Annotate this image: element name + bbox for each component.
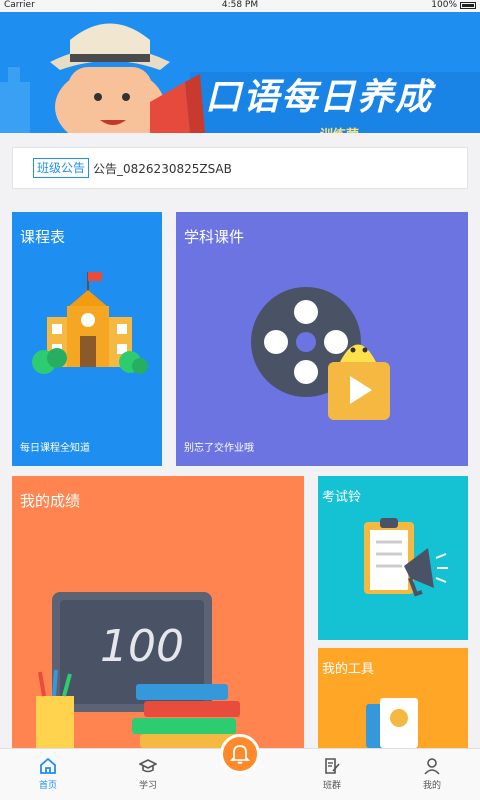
chalkboard-icon <box>36 592 240 748</box>
cards-icon <box>366 698 418 748</box>
bell-icon <box>230 745 250 764</box>
battery-icon <box>460 1 476 9</box>
tab-profile-label: 我的 <box>422 781 441 791</box>
exam-bell-tile[interactable]: 考试铃 <box>318 476 468 640</box>
tab-home[interactable]: 首页 <box>18 749 78 800</box>
notice-text: 公告_0826230825ZSAB <box>93 161 232 176</box>
tab-class-group-label: 班群 <box>322 781 341 791</box>
home-icon <box>40 757 56 774</box>
tab-home-label: 首页 <box>38 781 57 791</box>
battery-percent: 100% <box>431 0 457 10</box>
clipboard-megaphone-icon <box>364 518 448 597</box>
banner-title: 口语每日养成 <box>205 77 434 118</box>
battery-indicator: 100% <box>431 0 476 10</box>
schedule-tile[interactable]: 课程表 每日课程全知道 <box>12 212 162 466</box>
film-reel-icon <box>251 287 390 420</box>
tab-profile[interactable]: 我的 <box>402 749 462 800</box>
edit-note-icon <box>325 758 340 774</box>
grades-tile[interactable]: 我的成绩 100 <box>12 476 304 748</box>
tab-study[interactable]: 学习 <box>118 749 178 800</box>
clock: 4:58 PM <box>221 0 259 10</box>
courseware-caption: 别忘了交作业哦 <box>184 443 254 454</box>
tools-tile[interactable]: 我的工具 <box>318 648 468 748</box>
tab-bell-button[interactable] <box>220 734 260 774</box>
promo-banner[interactable]: 口语每日养成 训练营 <box>0 12 480 133</box>
chalkboard-text: 100 <box>100 621 184 672</box>
school-building-icon <box>32 272 148 374</box>
status-bar: Carrier 4:58 PM 100% <box>0 0 480 12</box>
tab-study-label: 学习 <box>138 781 157 791</box>
user-icon <box>424 758 440 775</box>
schedule-caption: 每日课程全知道 <box>20 443 90 454</box>
class-notice-bar[interactable]: 班级公告 公告_0826230825ZSAB <box>12 147 468 189</box>
graduation-cap-icon <box>139 759 157 773</box>
notice-tag: 班级公告 <box>33 158 90 178</box>
banner-subtitle: 训练营 <box>320 124 359 133</box>
tab-class-group[interactable]: 班群 <box>302 749 362 800</box>
courseware-tile[interactable]: 学科课件 别忘了交作业哦 <box>176 212 468 466</box>
